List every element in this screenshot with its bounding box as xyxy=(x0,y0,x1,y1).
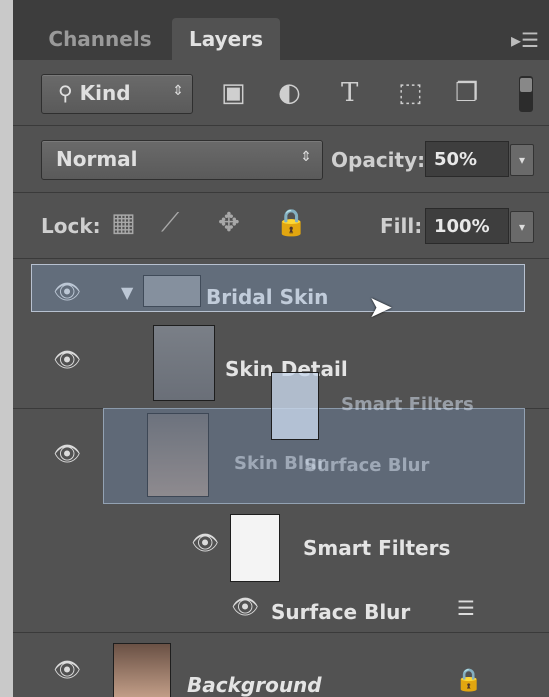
tab-bar: Channels Layers ▸☰ xyxy=(13,0,549,60)
layer-name: Surface Blur xyxy=(271,600,411,624)
divider xyxy=(13,125,549,126)
smart-filters-row[interactable]: 👁 Smart Filters xyxy=(13,508,549,582)
tab-channels[interactable]: Channels xyxy=(35,18,165,60)
lock-all-icon[interactable]: 🔒 xyxy=(275,208,307,238)
lock-position-icon[interactable]: ✥ xyxy=(218,208,240,238)
filter-toggle[interactable] xyxy=(519,76,533,112)
search-icon: ⚲ xyxy=(58,81,73,105)
lock-label: Lock: xyxy=(41,214,101,238)
layer-name: Background xyxy=(187,673,322,697)
fill-field[interactable]: 100% xyxy=(425,208,509,244)
blend-mode-dropdown[interactable]: Normal ⇕ xyxy=(41,140,323,180)
divider xyxy=(13,192,549,193)
eye-icon[interactable]: 👁 xyxy=(191,532,219,556)
lock-icon: 🔒 xyxy=(455,668,483,693)
eye-icon[interactable]: 👁 xyxy=(53,659,81,683)
panel-menu-icon[interactable]: ▸☰ xyxy=(511,28,539,52)
filter-kind-dropdown[interactable]: ⚲ Kind ⇕ xyxy=(41,74,193,114)
drag-target-highlight xyxy=(31,264,525,312)
filter-kind-label: Kind xyxy=(79,81,131,105)
layers-panel: Channels Layers ▸☰ ⚲ Kind ⇕ ▣ ◐ T ⬚ ❐ No… xyxy=(13,0,549,697)
ghost-filter-name: Surface Blur xyxy=(304,455,430,476)
shape-filter-icon[interactable]: ⬚ xyxy=(398,78,423,108)
tab-layers[interactable]: Layers xyxy=(172,18,280,60)
image-filter-icon[interactable]: ▣ xyxy=(221,78,246,108)
layer-thumbnail xyxy=(113,643,171,697)
chevron-updown-icon: ⇕ xyxy=(300,149,312,165)
layer-row-background[interactable]: 👁 Background 🔒 xyxy=(13,632,549,697)
cursor-icon: ➤ xyxy=(368,290,394,325)
eye-icon[interactable]: 👁 xyxy=(53,349,81,373)
eye-icon[interactable]: 👁 xyxy=(231,596,259,620)
lock-pixels-icon[interactable]: ▦ xyxy=(111,208,136,238)
chevron-updown-icon: ⇕ xyxy=(172,83,184,99)
adjustment-filter-icon[interactable]: ◐ xyxy=(278,78,301,108)
opacity-field[interactable]: 50% xyxy=(425,141,509,177)
type-filter-icon[interactable]: T xyxy=(341,78,358,108)
filter-row[interactable]: 👁 Surface Blur ☰ xyxy=(13,580,549,632)
fill-dropdown-button[interactable]: ▾ xyxy=(510,211,534,243)
layer-thumbnail xyxy=(153,325,215,401)
blend-mode-value: Normal xyxy=(56,147,138,171)
smart-object-filter-icon[interactable]: ❐ xyxy=(455,78,478,108)
layer-name: Smart Filters xyxy=(303,536,451,560)
filter-options-icon[interactable]: ☰ xyxy=(457,596,475,620)
ghost-mask-thumbnail xyxy=(271,372,319,440)
ghost-smart-filters-label: Smart Filters xyxy=(341,394,474,415)
eye-icon[interactable]: 👁 xyxy=(53,443,81,467)
smart-filter-mask-thumbnail xyxy=(230,514,280,582)
opacity-label: Opacity: xyxy=(331,148,426,172)
fill-label: Fill: xyxy=(380,214,423,238)
lock-brush-icon[interactable]: ⟋ xyxy=(161,208,179,238)
opacity-dropdown-button[interactable]: ▾ xyxy=(510,144,534,176)
